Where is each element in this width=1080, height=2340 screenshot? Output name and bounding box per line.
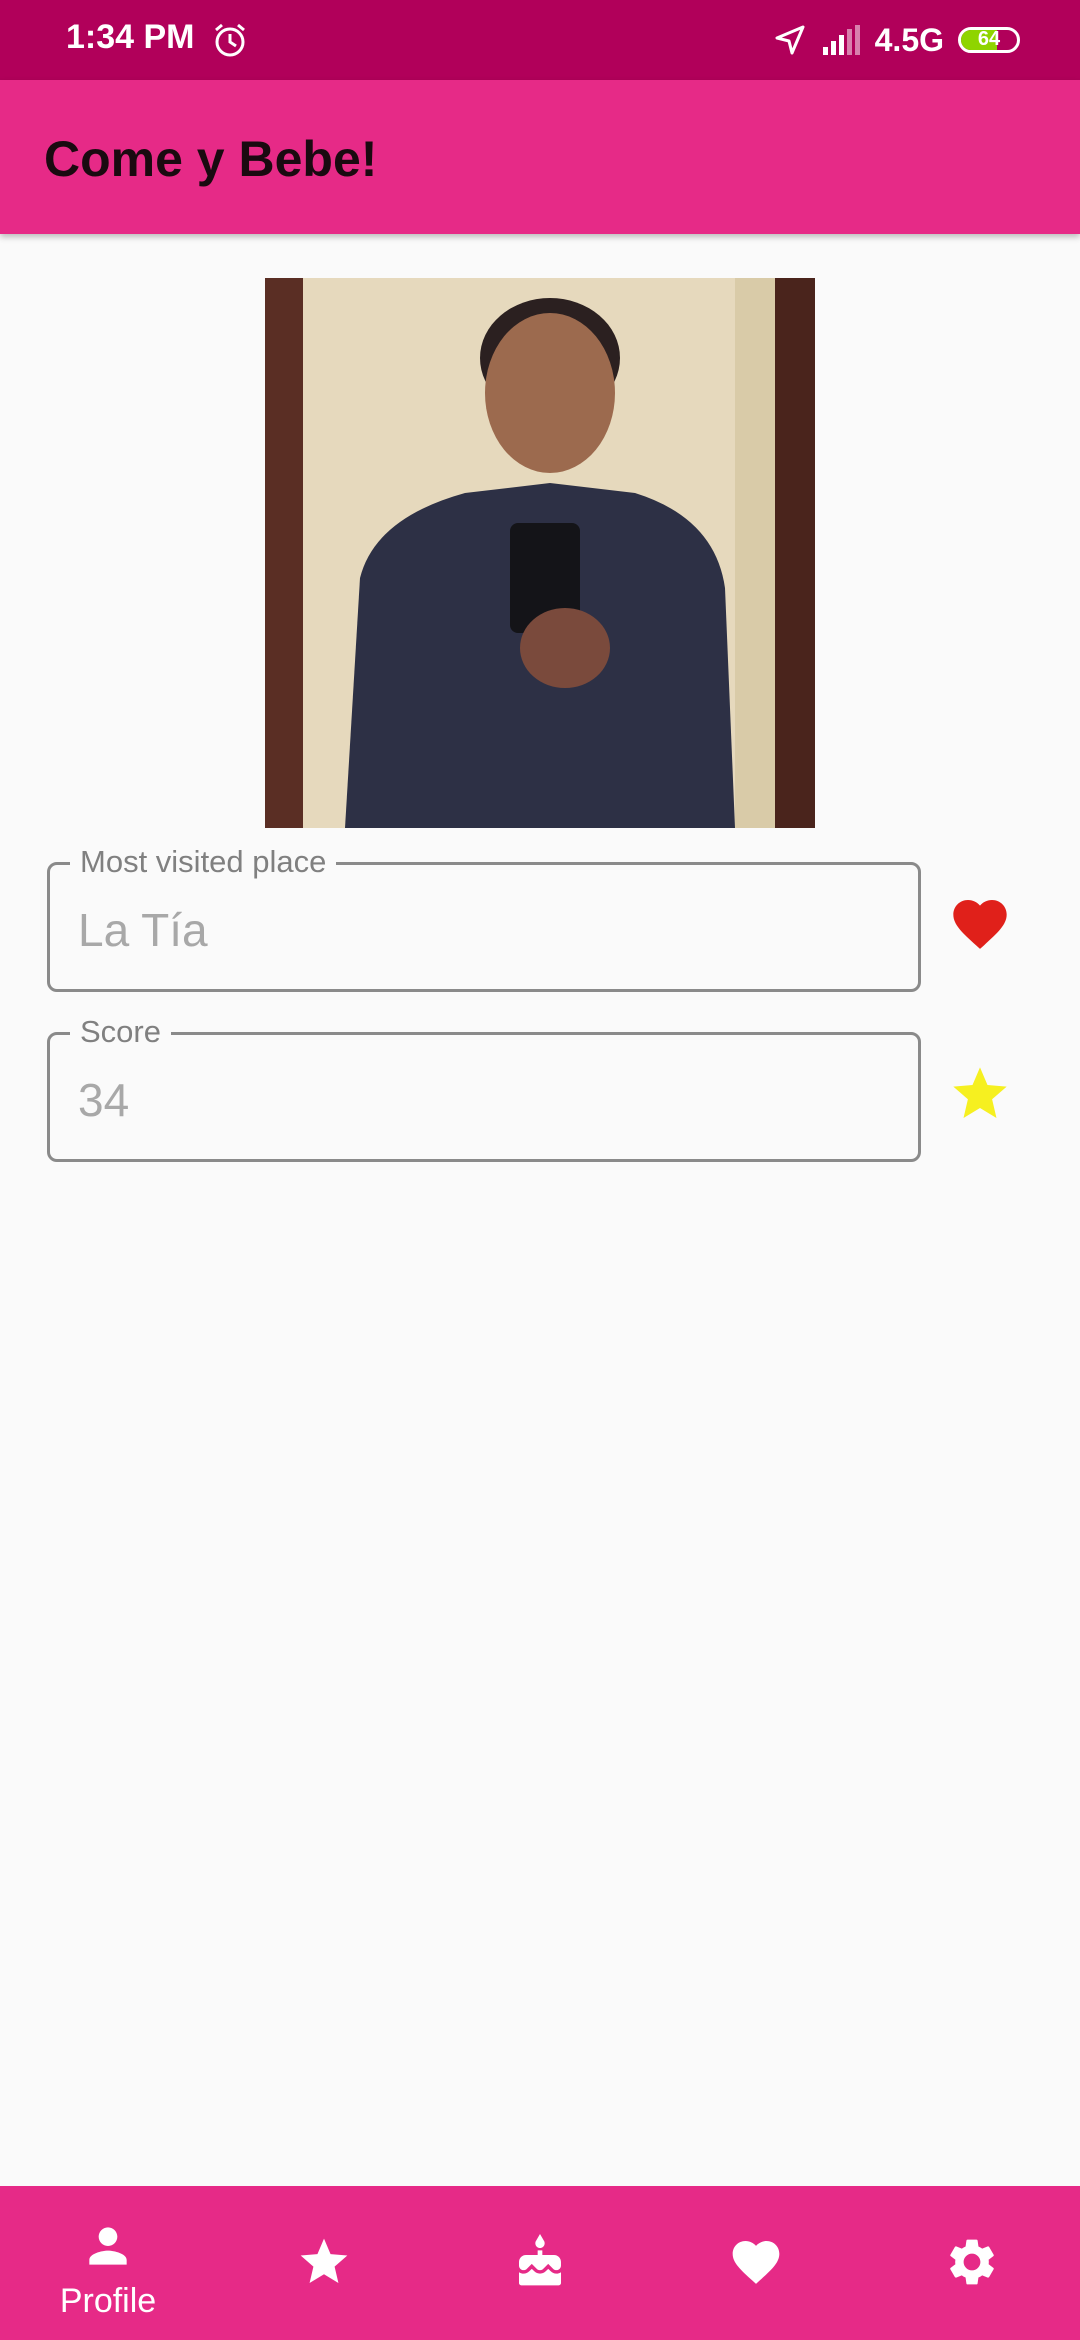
status-bar: 1:34 PM 4.5G 64: [0, 0, 1080, 80]
signal-icon: [822, 25, 860, 55]
star-icon: [953, 1067, 1007, 1118]
nav-favorites[interactable]: [216, 2186, 432, 2340]
network-type: 4.5G: [874, 21, 944, 58]
battery-icon: 64: [958, 27, 1020, 53]
heart-icon: [953, 900, 1007, 949]
most-visited-place-label: Most visited place: [70, 843, 337, 881]
nav-profile[interactable]: Profile: [0, 2186, 216, 2340]
profile-photo: [265, 278, 815, 828]
heart-icon: [732, 2241, 780, 2284]
bottom-navigation: Profile: [0, 2186, 1080, 2340]
app-bar: Come y Bebe!: [0, 80, 1080, 234]
status-time: 1:34 PM: [66, 18, 195, 56]
most-visited-place-value: La Tía: [78, 904, 208, 956]
nav-profile-label: Profile: [59, 2282, 157, 2320]
star-icon: [300, 2238, 348, 2283]
score-value: 34: [78, 1074, 130, 1126]
gear-icon: [950, 2239, 994, 2285]
score-field[interactable]: Score 34: [47, 1013, 921, 1162]
nav-settings[interactable]: [864, 2186, 1080, 2340]
status-icons: 4.5G 64: [759, 18, 1020, 62]
nav-likes[interactable]: [648, 2186, 864, 2340]
alarm-icon: [215, 23, 245, 57]
nav-events[interactable]: [432, 2186, 648, 2340]
person-icon: [89, 2227, 127, 2265]
app-title: Come y Bebe!: [44, 131, 378, 187]
cake-icon: [519, 2234, 561, 2286]
battery-level: 64: [977, 28, 1001, 50]
location-arrow-icon: [775, 25, 805, 55]
most-visited-place-field[interactable]: Most visited place La Tía: [47, 843, 921, 992]
score-label: Score: [70, 1013, 171, 1051]
